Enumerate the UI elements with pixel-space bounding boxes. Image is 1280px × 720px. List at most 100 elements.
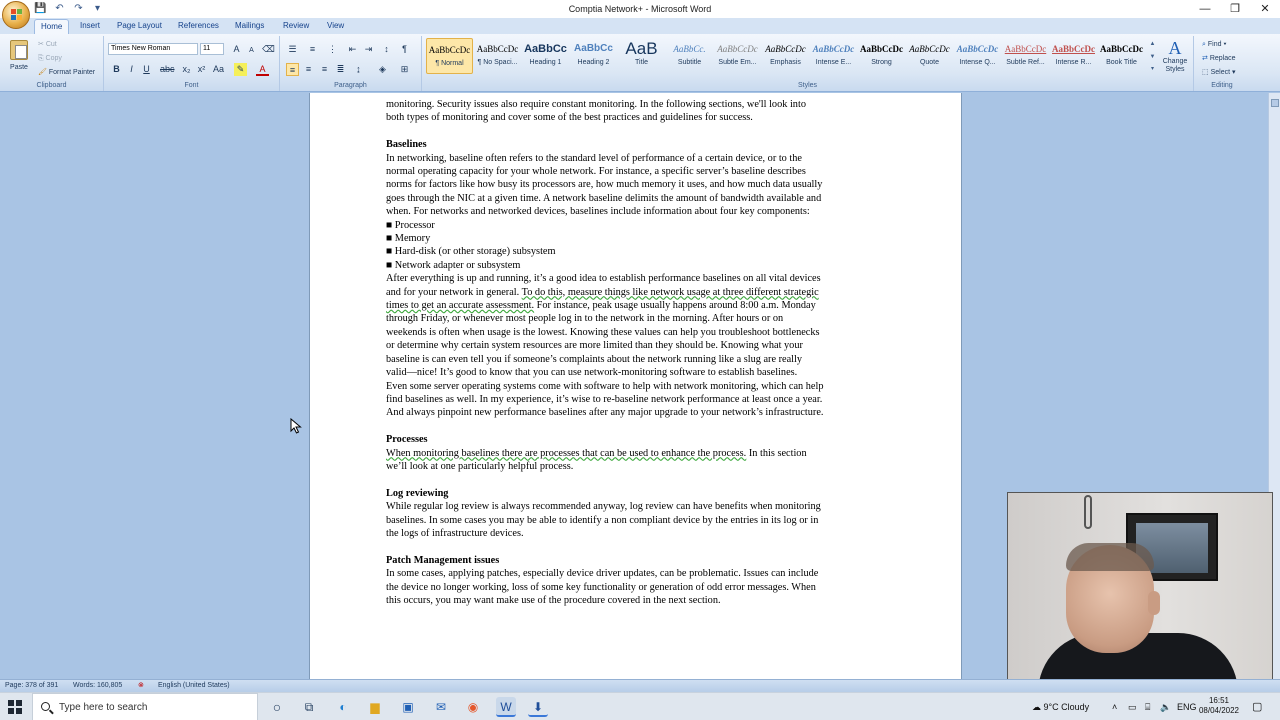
line-spacing-icon[interactable]: ↨: [352, 63, 365, 76]
styles-gallery-scroll[interactable]: ▲ ▼ ▾: [1148, 38, 1157, 76]
style-sample: AaBbCcDc: [909, 44, 950, 54]
font-group: Times New Roman 11 A A ⌫ B I U abc x₂ x²…: [104, 36, 280, 91]
tab-mailings[interactable]: Mailings: [229, 19, 270, 34]
volume-icon[interactable]: 🔈: [1160, 693, 1171, 720]
numbering-icon[interactable]: ≡: [306, 43, 319, 56]
tab-home[interactable]: Home: [34, 19, 70, 34]
align-left-icon[interactable]: ≡: [286, 63, 299, 76]
shading-icon[interactable]: ◈: [376, 63, 389, 76]
grow-font-icon[interactable]: A: [230, 43, 243, 56]
increase-indent-icon[interactable]: ⇥: [362, 43, 375, 56]
find-button[interactable]: ⌕ Find ▾: [1202, 40, 1226, 50]
mail-icon[interactable]: ✉: [431, 697, 451, 717]
style-intense-emphasis[interactable]: AaBbCcDc Intense E...: [810, 38, 857, 74]
change-case-icon[interactable]: Aa: [212, 63, 225, 76]
subscript-icon[interactable]: x₂: [180, 63, 193, 76]
more-styles-icon[interactable]: ▾: [1148, 63, 1157, 76]
chevron-down-icon[interactable]: ▼: [1148, 51, 1157, 64]
select-button[interactable]: ⬚ Select ▾: [1202, 68, 1236, 78]
edge-icon[interactable]: ◐: [333, 697, 353, 717]
style-subtitle[interactable]: AaBbCc. Subtitle: [666, 38, 713, 74]
style-subtle-reference[interactable]: AaBbCcDc Subtle Ref...: [1002, 38, 1049, 74]
format-painter-button[interactable]: 🖌 Format Painter: [38, 68, 95, 78]
task-view-icon[interactable]: ⧉: [299, 697, 319, 717]
replace-button[interactable]: ⇄ Replace: [1202, 54, 1236, 64]
font-name-dropdown[interactable]: Times New Roman: [108, 43, 198, 55]
align-center-icon[interactable]: ≡: [302, 63, 315, 76]
copy-button[interactable]: ⎘ Copy: [38, 54, 62, 64]
tab-review[interactable]: Review: [277, 19, 315, 34]
style-subtle-emphasis[interactable]: AaBbCcDc Subtle Em...: [714, 38, 761, 74]
firefox-icon[interactable]: ◉: [463, 697, 483, 717]
tab-page-layout[interactable]: Page Layout: [111, 19, 168, 34]
style-strong[interactable]: AaBbCcDc Strong: [858, 38, 905, 74]
justify-icon[interactable]: ≣: [334, 63, 347, 76]
grammar-flagged-text[interactable]: When monitoring baselines there are proc…: [386, 448, 746, 459]
network-icon[interactable]: ⌸: [1145, 693, 1150, 720]
font-color-icon[interactable]: A: [256, 63, 269, 76]
store-icon[interactable]: ▣: [398, 697, 418, 717]
chevron-up-icon[interactable]: ▲: [1148, 38, 1157, 51]
underline-icon[interactable]: U: [140, 63, 153, 76]
recorder-app-icon[interactable]: ⬇: [528, 697, 548, 717]
borders-icon[interactable]: ⊞: [398, 63, 411, 76]
scrollbar-thumb[interactable]: [1271, 99, 1279, 107]
style-emphasis[interactable]: AaBbCcDc Emphasis: [762, 38, 809, 74]
clock-date: 08/04/2022: [1198, 706, 1240, 715]
windows-start-icon[interactable]: [8, 700, 22, 714]
paste-button[interactable]: Paste: [6, 38, 32, 78]
grammar-flagged-text[interactable]: To do this, measure things like network …: [522, 287, 819, 298]
document-page[interactable]: monitoring. Security issues also require…: [309, 93, 962, 679]
bullets-icon[interactable]: ☰: [286, 43, 299, 56]
file-explorer-icon[interactable]: ▆: [365, 697, 385, 717]
style-book-title[interactable]: AaBbCcDc Book Title: [1098, 38, 1145, 74]
show-formatting-icon[interactable]: ¶: [398, 43, 411, 56]
maximize-button[interactable]: ❐: [1220, 0, 1250, 18]
weather-text: 9°C Cloudy: [1043, 702, 1090, 712]
document-text[interactable]: monitoring. Security issues also require…: [386, 98, 891, 607]
align-right-icon[interactable]: ≡: [318, 63, 331, 76]
style-heading-2[interactable]: AaBbCc Heading 2: [570, 38, 617, 74]
word-taskbar-icon[interactable]: W: [496, 697, 516, 717]
style-heading-1[interactable]: AaBbCc Heading 1: [522, 38, 569, 74]
style-no-spacing[interactable]: AaBbCcDc ¶ No Spaci...: [474, 38, 521, 74]
italic-icon[interactable]: I: [125, 63, 138, 76]
style-intense-quote[interactable]: AaBbCcDc Intense Q...: [954, 38, 1001, 74]
weather-widget[interactable]: ☁ 9°C Cloudy: [1032, 693, 1089, 720]
proofing-error-icon[interactable]: ⊗: [138, 680, 144, 692]
style-quote[interactable]: AaBbCcDc Quote: [906, 38, 953, 74]
language-indicator[interactable]: English (United States): [158, 680, 230, 692]
tab-references[interactable]: References: [172, 19, 225, 34]
decrease-indent-icon[interactable]: ⇤: [346, 43, 359, 56]
office-logo-icon: [11, 9, 22, 22]
cut-button[interactable]: ✂ Cut: [38, 40, 57, 50]
style-intense-reference[interactable]: AaBbCcDc Intense R...: [1050, 38, 1097, 74]
page-count[interactable]: Page: 378 of 391: [5, 680, 58, 692]
taskbar-clock[interactable]: 16:51 08/04/2022: [1196, 696, 1242, 716]
multilevel-list-icon[interactable]: ⋮: [326, 43, 339, 56]
minimize-button[interactable]: —: [1190, 0, 1220, 18]
battery-icon[interactable]: ▭: [1128, 693, 1137, 720]
tray-chevron-icon[interactable]: ˄: [1112, 693, 1117, 720]
office-button[interactable]: [2, 1, 30, 29]
highlight-icon[interactable]: ✎: [234, 63, 247, 76]
clear-formatting-icon[interactable]: ⌫: [262, 43, 275, 56]
sort-icon[interactable]: ↕: [380, 43, 393, 56]
tab-insert[interactable]: Insert: [74, 19, 106, 34]
font-size-dropdown[interactable]: 11: [200, 43, 224, 55]
style-title[interactable]: AaB Title: [618, 38, 665, 74]
notifications-icon[interactable]: ▢: [1252, 693, 1262, 720]
taskbar-search-box[interactable]: Type here to search: [32, 693, 258, 720]
grammar-flagged-text[interactable]: times to get an accurate assessment.: [386, 300, 534, 311]
word-count[interactable]: Words: 160,805: [73, 680, 122, 692]
change-styles-button[interactable]: A Change Styles: [1158, 38, 1192, 84]
bold-icon[interactable]: B: [110, 63, 123, 76]
cortana-icon[interactable]: ○: [267, 697, 287, 717]
strikethrough-icon[interactable]: abc: [160, 63, 175, 76]
close-button[interactable]: ✕: [1250, 0, 1280, 18]
style-normal[interactable]: AaBbCcDc ¶ Normal: [426, 38, 473, 74]
shrink-font-icon[interactable]: A: [245, 44, 258, 57]
tab-view[interactable]: View: [321, 19, 350, 34]
tray-language[interactable]: ENG: [1177, 693, 1197, 720]
superscript-icon[interactable]: x²: [195, 63, 208, 76]
